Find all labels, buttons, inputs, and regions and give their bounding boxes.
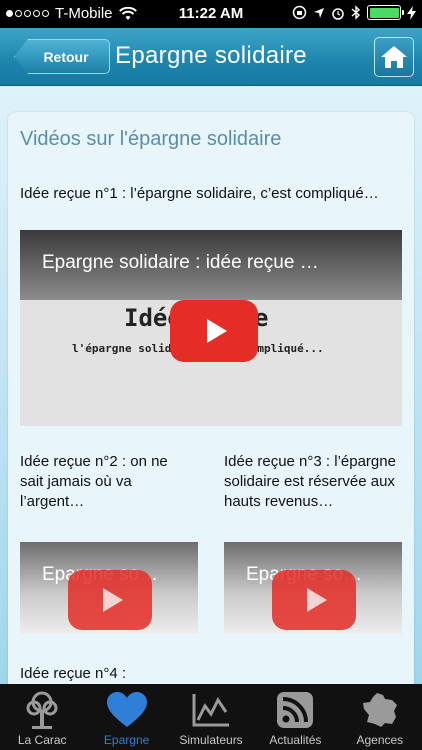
- play-button-icon[interactable]: [272, 570, 356, 630]
- tab-agences[interactable]: Agences: [338, 684, 422, 750]
- video-caption-4: Idée reçue n°4 :: [20, 665, 127, 682]
- france-map-icon: [359, 689, 401, 731]
- navigation-bar: Retour Epargne solidaire: [0, 28, 422, 86]
- video-title-1: Epargne solidaire : idée reçue …: [42, 252, 319, 273]
- page-title: Epargne solidaire: [115, 42, 307, 69]
- tab-la-carac[interactable]: La Carac: [0, 684, 84, 750]
- tab-epargne[interactable]: Epargne: [84, 684, 168, 750]
- video-thumbnail-2[interactable]: Epargne so…: [20, 542, 198, 634]
- home-button[interactable]: [374, 37, 414, 77]
- status-bar: T-Mobile 11:22 AM: [0, 0, 422, 28]
- battery-icon: [367, 5, 404, 20]
- tab-actualites[interactable]: Actualités: [253, 684, 337, 750]
- videos-card: Vidéos sur l'épargne solidaire Idée reçu…: [8, 112, 414, 684]
- tab-label: Agences: [356, 733, 404, 747]
- tab-label: Simulateurs: [179, 733, 243, 747]
- video-thumbnail-3[interactable]: Epargne so…: [224, 542, 402, 634]
- charging-icon: [407, 5, 416, 20]
- video-caption-3: Idée reçue n°3 : l’épargne solidaire est…: [224, 453, 396, 510]
- chart-icon: [190, 689, 232, 731]
- tab-label: La Carac: [17, 733, 67, 747]
- home-icon: [381, 46, 407, 68]
- play-button-icon[interactable]: [170, 300, 258, 362]
- alarm-icon: [332, 7, 344, 20]
- location-icon: [314, 7, 324, 18]
- tab-simulateurs[interactable]: Simulateurs: [169, 684, 253, 750]
- status-icons: [292, 5, 416, 20]
- content-area[interactable]: Vidéos sur l'épargne solidaire Idée reçu…: [0, 86, 422, 684]
- bluetooth-icon: [351, 5, 361, 20]
- tab-label: Actualités: [269, 733, 322, 747]
- video-caption-2: Idée reçue n°2 : on ne sait jamais où va…: [20, 453, 168, 510]
- tree-icon: [21, 689, 63, 731]
- section-title: Vidéos sur l'épargne solidaire: [20, 128, 282, 150]
- video-caption-1: Idée reçue n°1 : l’épargne solidaire, c’…: [20, 185, 379, 202]
- heart-icon: [106, 689, 148, 731]
- tab-label: Epargne: [103, 733, 150, 747]
- rotation-lock-icon: [292, 5, 307, 20]
- tab-bar: La Carac Epargne Simulateurs Actualités …: [0, 684, 422, 750]
- play-button-icon[interactable]: [68, 570, 152, 630]
- rss-icon: [274, 689, 316, 731]
- video-thumbnail-1[interactable]: Epargne solidaire : idée reçue … Idée re…: [20, 230, 402, 426]
